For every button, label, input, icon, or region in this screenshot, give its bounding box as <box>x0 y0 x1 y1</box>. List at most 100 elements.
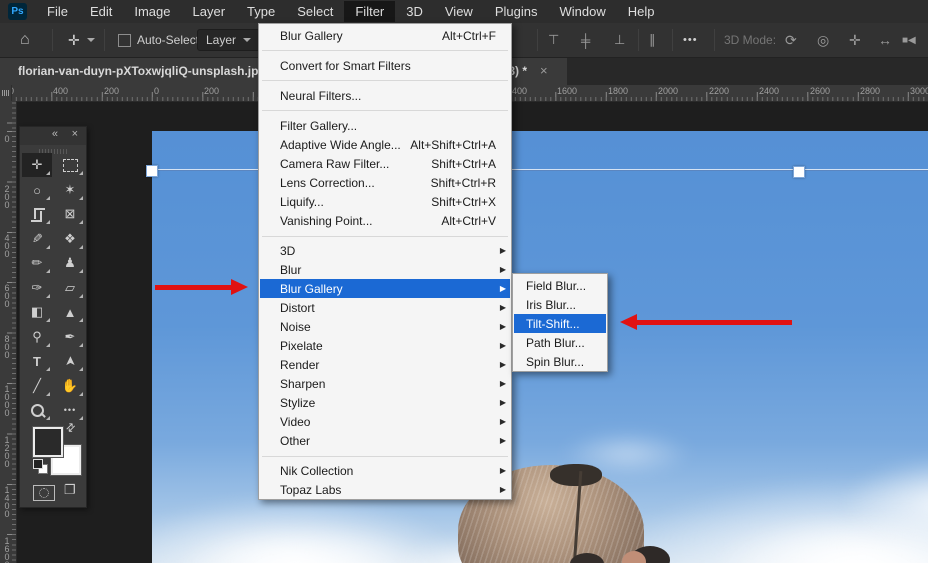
collapse-panel-icon[interactable]: « <box>52 128 58 140</box>
close-tab-icon[interactable]: × <box>540 63 548 78</box>
menu-separator <box>262 236 508 237</box>
menu-item-liquify[interactable]: Liquify...Shift+Ctrl+X <box>260 192 510 211</box>
menu-type[interactable]: Type <box>236 1 286 22</box>
crop-tool[interactable] <box>22 202 52 226</box>
camera-3d-icon[interactable]: ■◀ <box>902 23 916 57</box>
ruler-label: 3000 <box>908 86 928 96</box>
menu-image[interactable]: Image <box>123 1 181 22</box>
submenu-item-path-blur[interactable]: Path Blur... <box>514 333 606 352</box>
more-align-options-button[interactable]: ••• <box>683 23 698 57</box>
menu-item-stylize[interactable]: Stylize▶ <box>260 393 510 412</box>
align-bottom-icon[interactable]: ⊥ <box>614 23 625 57</box>
menu-item-3d[interactable]: 3D▶ <box>260 241 510 260</box>
menu-item-pixelate[interactable]: Pixelate▶ <box>260 336 510 355</box>
menu-filter[interactable]: Filter <box>344 1 395 22</box>
submenu-item-iris-blur[interactable]: Iris Blur... <box>514 295 606 314</box>
move-tool-icon[interactable]: ✛ <box>68 23 95 57</box>
menu-layer[interactable]: Layer <box>182 1 237 22</box>
swap-colors-icon[interactable]: ⇄ <box>63 420 79 436</box>
submenu-item-spin-blur[interactable]: Spin Blur... <box>514 352 606 371</box>
menu-item-topaz-labs[interactable]: Topaz Labs▶ <box>260 480 510 499</box>
menu-item-adaptive-wide-angle[interactable]: Adaptive Wide Angle...Alt+Shift+Ctrl+A <box>260 135 510 154</box>
vertical-ruler[interactable]: 0 200 400 600 800 1000 1200 1400 1600 <box>0 101 17 563</box>
healing-brush-tool[interactable]: ❖ <box>55 227 85 251</box>
menu-item-sharpen[interactable]: Sharpen▶ <box>260 374 510 393</box>
dodge-tool[interactable]: ⚲ <box>22 325 52 349</box>
menu-file[interactable]: File <box>36 1 79 22</box>
menu-plugins[interactable]: Plugins <box>484 1 549 22</box>
zoom-tool[interactable] <box>22 398 52 422</box>
frame-tool[interactable]: ⊠ <box>55 202 85 226</box>
menu-help[interactable]: Help <box>617 1 666 22</box>
home-icon[interactable]: ⌂ <box>20 23 30 57</box>
menu-item-blur-gallery[interactable]: Blur Gallery▶ <box>260 279 510 298</box>
menu-item-other[interactable]: Other▶ <box>260 431 510 450</box>
align-top-icon[interactable]: ⊤ <box>548 23 559 57</box>
screen-mode-button[interactable]: ❐ <box>64 482 76 498</box>
lasso-tool[interactable]: ○ <box>22 178 52 202</box>
ruler-label: 800 <box>2 334 12 358</box>
drag-3d-icon[interactable]: ✛ <box>849 23 861 57</box>
edit-toolbar-button[interactable]: ••• <box>55 398 85 422</box>
quick-mask-button[interactable] <box>33 485 55 501</box>
submenu-arrow-icon: ▶ <box>500 485 506 494</box>
close-panel-icon[interactable]: × <box>72 128 78 140</box>
menu-item-noise[interactable]: Noise▶ <box>260 317 510 336</box>
history-brush-tool[interactable]: ✑ <box>22 276 52 300</box>
line-tool[interactable]: ╱ <box>22 374 52 398</box>
transform-handle-left[interactable] <box>146 165 158 177</box>
menu-item-video[interactable]: Video▶ <box>260 412 510 431</box>
menu-item-vanishing-point[interactable]: Vanishing Point...Alt+Ctrl+V <box>260 211 510 230</box>
eraser-tool[interactable]: ▱ <box>55 276 85 300</box>
menu-item-distort[interactable]: Distort▶ <box>260 298 510 317</box>
roll-3d-icon[interactable]: ◎ <box>817 23 829 57</box>
blur-gallery-submenu: Field Blur... Iris Blur... Tilt-Shift...… <box>512 273 608 372</box>
menu-window[interactable]: Window <box>548 1 616 22</box>
path-selection-tool[interactable]: ➤ <box>55 349 85 373</box>
hand-tool[interactable]: ✋ <box>55 374 85 398</box>
menu-item-nik-collection[interactable]: Nik Collection▶ <box>260 461 510 480</box>
menu-edit[interactable]: Edit <box>79 1 123 22</box>
paint-bucket-tool[interactable]: ◧ <box>22 300 52 324</box>
ruler-label: 1400 <box>2 485 12 517</box>
menu-separator <box>262 80 508 81</box>
foreground-color-swatch[interactable] <box>33 427 63 457</box>
align-middle-icon[interactable]: ╪ <box>581 23 590 57</box>
menu-item-blur-gallery-repeat[interactable]: Blur GalleryAlt+Ctrl+F <box>260 26 510 45</box>
menu-3d[interactable]: 3D <box>395 1 434 22</box>
distribute-icon[interactable]: ∥ <box>649 23 656 57</box>
menu-item-camera-raw-filter[interactable]: Camera Raw Filter...Shift+Ctrl+A <box>260 154 510 173</box>
menu-item-convert-smart-filters[interactable]: Convert for Smart Filters <box>260 56 510 75</box>
blur-tool[interactable]: ▲ <box>55 300 85 324</box>
pen-tool[interactable]: ✒ <box>55 325 85 349</box>
menu-item-blur[interactable]: Blur▶ <box>260 260 510 279</box>
submenu-item-field-blur[interactable]: Field Blur... <box>514 276 606 295</box>
ruler-label: 0 <box>2 134 12 142</box>
auto-select-target-dropdown[interactable]: Layer <box>197 23 260 57</box>
ruler-label: 1600 <box>555 86 577 96</box>
type-tool[interactable]: T <box>22 349 52 373</box>
menu-item-lens-correction[interactable]: Lens Correction...Shift+Ctrl+R <box>260 173 510 192</box>
orbit-3d-icon[interactable]: ⟳ <box>785 23 797 57</box>
brush-tool[interactable]: ✏ <box>22 251 52 275</box>
menu-view[interactable]: View <box>434 1 484 22</box>
ruler-label: 400 <box>2 233 12 257</box>
menu-select[interactable]: Select <box>286 1 344 22</box>
crop-icon <box>31 208 43 220</box>
submenu-arrow-icon: ▶ <box>500 322 506 331</box>
transform-handle-mid[interactable] <box>793 166 805 178</box>
slide-3d-icon[interactable]: ↔ <box>878 23 892 57</box>
eyedropper-tool[interactable]: ✎ <box>22 227 52 251</box>
menu-item-filter-gallery[interactable]: Filter Gallery... <box>260 116 510 135</box>
menu-item-neural-filters[interactable]: Neural Filters... <box>260 86 510 105</box>
rectangular-marquee-tool[interactable] <box>55 153 85 177</box>
object-selection-tool[interactable]: ✶ <box>55 178 85 202</box>
submenu-item-tilt-shift[interactable]: Tilt-Shift... <box>514 314 606 333</box>
default-colors-icon[interactable] <box>33 459 43 469</box>
auto-select-checkbox[interactable] <box>118 34 131 47</box>
submenu-arrow-icon: ▶ <box>500 303 506 312</box>
menu-item-render[interactable]: Render▶ <box>260 355 510 374</box>
clone-stamp-tool[interactable]: ♟ <box>55 251 85 275</box>
move-tool[interactable]: ✛ <box>22 153 52 177</box>
ruler-origin-corner[interactable] <box>0 85 12 101</box>
